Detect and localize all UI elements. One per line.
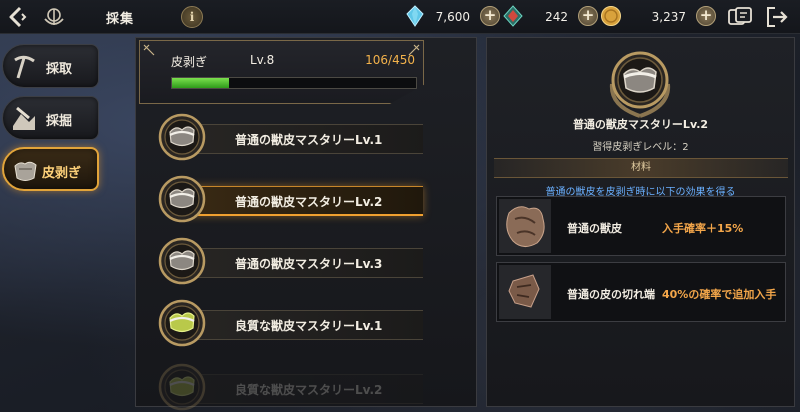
laurel-hide-medal-icon bbox=[158, 363, 206, 411]
currency-red-gem: 242 + bbox=[502, 4, 598, 30]
laurel-hide-medal-icon bbox=[158, 299, 206, 347]
skill-level: Lv.8 bbox=[250, 53, 275, 67]
materials-header: 材料 bbox=[494, 158, 788, 178]
skill-item-name: 良質な獣皮マスタリーLv.2 bbox=[235, 383, 383, 397]
skill-list-item[interactable]: 良質な獣皮マスタリーLv.1 bbox=[157, 298, 427, 348]
top-bar: 採集 i 7,600 + 242 + 3,237 + bbox=[0, 0, 800, 34]
add-crystal-button[interactable]: + bbox=[480, 6, 500, 26]
material-row[interactable]: 普通の獣皮 入手確率＋15% bbox=[496, 196, 786, 256]
corner-ornament-icon bbox=[143, 44, 155, 56]
material-thumbnail bbox=[499, 199, 551, 253]
anchor-emblem-icon[interactable] bbox=[42, 5, 66, 29]
info-button[interactable]: i bbox=[181, 6, 203, 28]
skill-level-header: 皮剥ぎ Lv.8 106/450 bbox=[139, 40, 424, 104]
skill-list-item[interactable]: 良質な獣皮マスタリーLv.2 bbox=[157, 362, 427, 412]
skill-item-name: 普通の獣皮マスタリーLv.3 bbox=[235, 257, 383, 271]
exit-icon[interactable] bbox=[765, 6, 789, 28]
add-red-gem-button[interactable]: + bbox=[578, 6, 598, 26]
exp-progress-fill bbox=[172, 78, 230, 88]
material-name: 普通の皮の切れ端 bbox=[567, 288, 655, 301]
currency-crystal: 7,600 + bbox=[404, 4, 500, 30]
red-gem-amount: 242 bbox=[545, 10, 568, 24]
tab-mining-label: 採掘 bbox=[46, 114, 73, 129]
skill-item-name: 普通の獣皮マスタリーLv.1 bbox=[235, 133, 383, 147]
exp-progress-bar bbox=[171, 77, 417, 89]
material-name: 普通の獣皮 bbox=[567, 222, 622, 235]
cards-icon[interactable] bbox=[728, 7, 752, 27]
currency-gold: 3,237 + bbox=[600, 4, 716, 30]
tab-gathering-label: 採取 bbox=[46, 62, 73, 77]
laurel-hide-medal-icon bbox=[158, 113, 206, 161]
skill-list-item[interactable]: 普通の獣皮マスタリーLv.1 bbox=[157, 112, 427, 162]
laurel-hide-medal-icon bbox=[158, 237, 206, 285]
tab-skinning-label: 皮剥ぎ bbox=[42, 166, 82, 181]
material-row[interactable]: 普通の皮の切れ端 40%の確率で追加入手 bbox=[496, 262, 786, 322]
detail-requirement: 習得皮剥ぎレベル：2 bbox=[592, 142, 689, 153]
hide-icon bbox=[14, 161, 37, 181]
laurel-hide-medal-icon bbox=[609, 51, 671, 118]
tab-gathering[interactable]: 採取 bbox=[2, 44, 99, 88]
pickaxe-icon bbox=[14, 55, 35, 79]
page-title: 採集 bbox=[106, 12, 135, 27]
skill-category-name: 皮剥ぎ bbox=[171, 55, 208, 69]
tab-skinning[interactable]: 皮剥ぎ bbox=[2, 147, 99, 191]
detail-skill-name: 普通の獣皮マスタリーLv.2 bbox=[572, 118, 709, 131]
back-arrow-icon[interactable] bbox=[6, 5, 30, 29]
skill-list-item[interactable]: 普通の獣皮マスタリーLv.3 bbox=[157, 236, 427, 286]
red-gem-icon bbox=[503, 5, 523, 27]
gold-amount: 3,237 bbox=[651, 10, 686, 24]
gold-coin-icon bbox=[601, 6, 621, 26]
add-gold-button[interactable]: + bbox=[696, 6, 716, 26]
skill-exp-counter: 106/450 bbox=[365, 53, 415, 67]
skill-item-name: 良質な獣皮マスタリーLv.1 bbox=[235, 319, 383, 333]
mining-icon bbox=[13, 106, 35, 130]
beast-hide-icon bbox=[506, 206, 545, 247]
skill-item-name: 普通の獣皮マスタリーLv.2 bbox=[235, 195, 383, 209]
tab-mining[interactable]: 採掘 bbox=[2, 96, 99, 140]
hide-scrap-icon bbox=[508, 274, 540, 308]
material-thumbnail bbox=[499, 265, 551, 319]
skill-list-item[interactable]: 普通の獣皮マスタリーLv.2 bbox=[157, 174, 427, 224]
material-effect: 入手確率＋15% bbox=[662, 222, 744, 235]
crystal-icon bbox=[406, 5, 424, 27]
material-effect: 40%の確率で追加入手 bbox=[662, 288, 777, 301]
laurel-hide-medal-icon bbox=[158, 175, 206, 223]
crystal-amount: 7,600 bbox=[435, 10, 470, 24]
materials-header-label: 材料 bbox=[631, 162, 651, 173]
